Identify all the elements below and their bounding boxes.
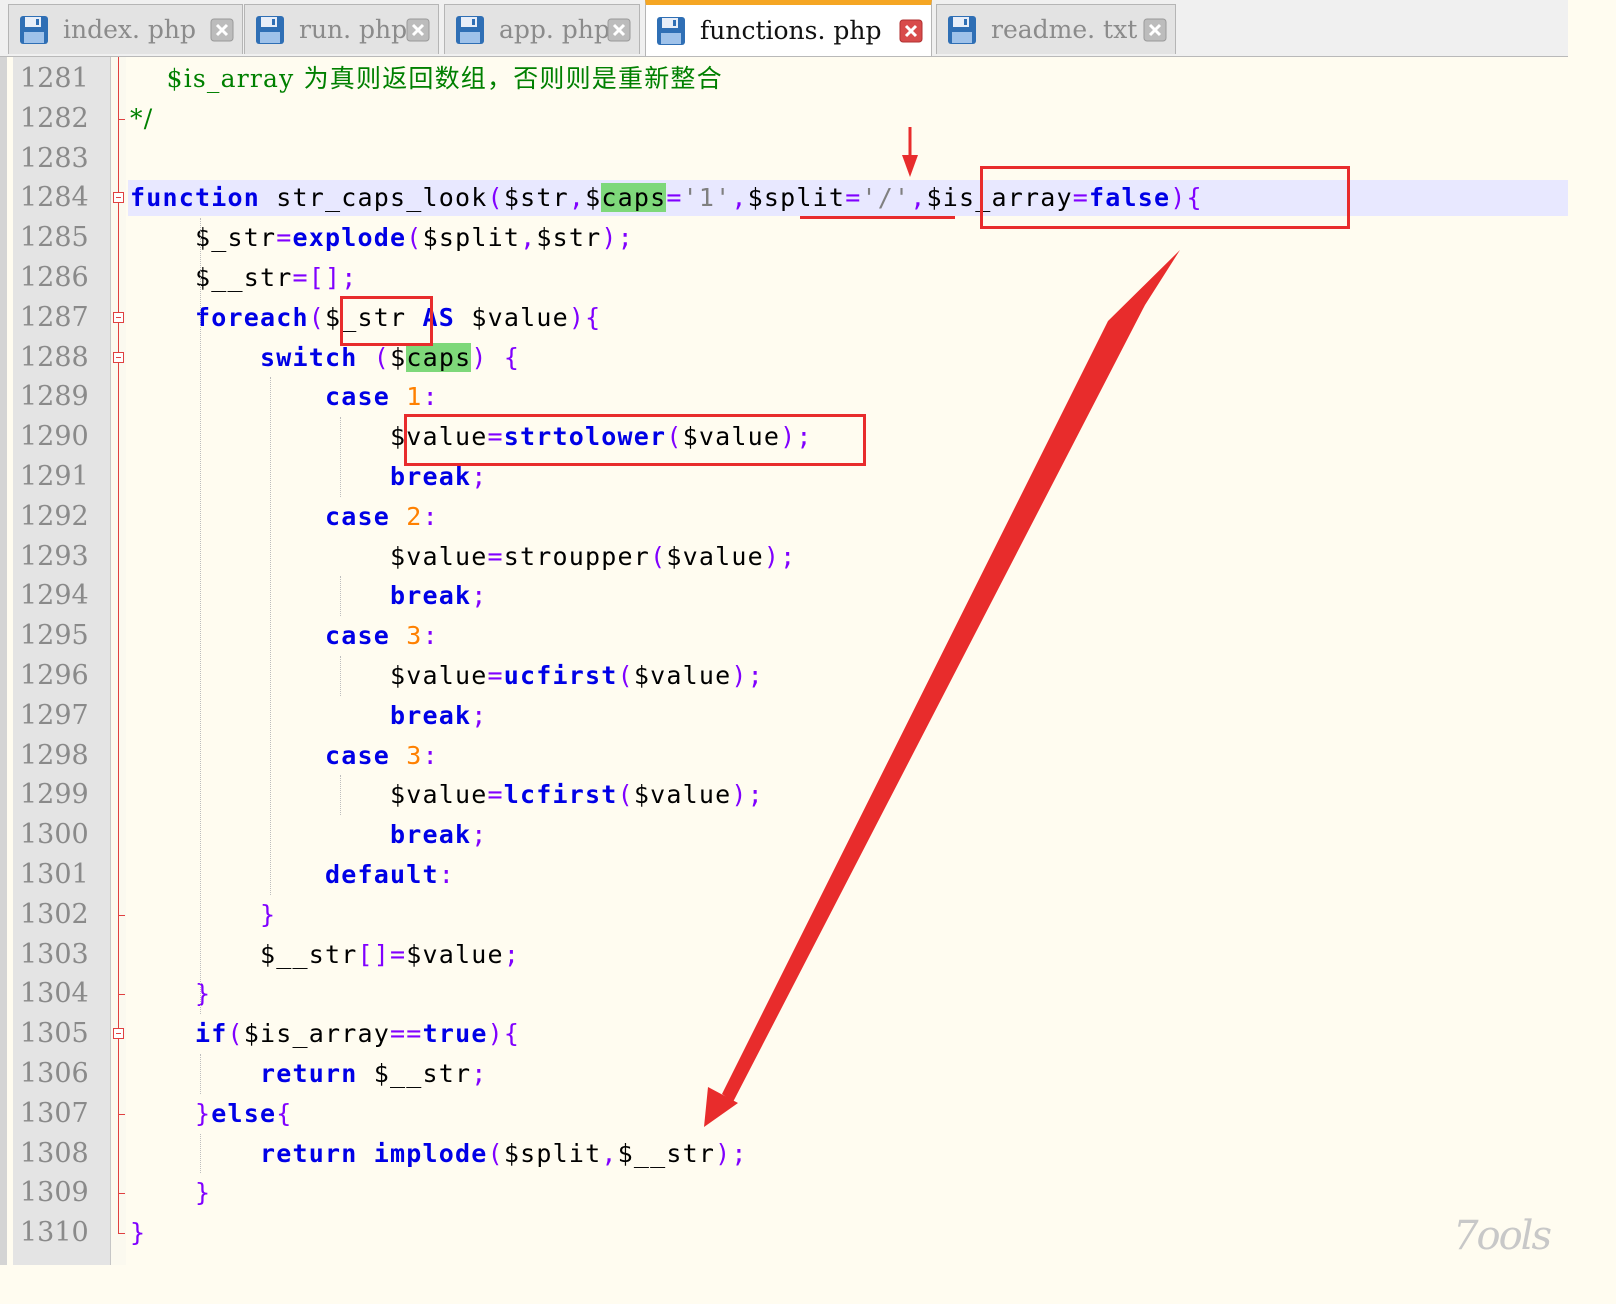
- save-icon: [455, 15, 485, 45]
- indent-guide: [200, 1054, 201, 1094]
- save-icon: [947, 15, 977, 45]
- tab-readmetxt[interactable]: readme. txt: [936, 4, 1176, 54]
- tab-label: functions. php: [700, 16, 882, 45]
- tab-runphp[interactable]: run. php: [244, 4, 439, 54]
- tab-appphp[interactable]: app. php: [444, 4, 640, 54]
- fold-end-tick: [118, 118, 125, 120]
- tab-label: index. php: [63, 15, 196, 44]
- fold-line: [118, 57, 119, 1234]
- indent-guide: [340, 656, 341, 696]
- tab-indexphp[interactable]: index. php: [8, 4, 243, 54]
- save-icon: [255, 15, 285, 45]
- indent-guide: [340, 576, 341, 617]
- fold-end-tick: [118, 914, 125, 916]
- down-arrow-head: [902, 155, 918, 177]
- tab-label: readme. txt: [991, 15, 1138, 44]
- close-icon[interactable]: [210, 18, 234, 42]
- tab-functionsphp[interactable]: functions. php: [645, 0, 932, 56]
- close-icon[interactable]: [899, 19, 923, 43]
- fold-toggle-icon[interactable]: [113, 1028, 124, 1040]
- fold-toggle-icon[interactable]: [113, 311, 124, 323]
- annotation-arrows: [704, 127, 1180, 1127]
- indent-guide: [340, 417, 341, 497]
- code-editor[interactable]: 1281 $is_array 为真则返回数组，否则则是重新整合 1282 */128…: [0, 57, 1568, 1265]
- save-icon: [19, 15, 49, 45]
- fold-end-tick: [118, 1113, 125, 1115]
- fold-end-tick: [118, 1233, 125, 1235]
- tab-bar: index. php run. php app. php functions. php…: [0, 0, 1568, 57]
- indent-guide: [270, 377, 271, 895]
- close-icon[interactable]: [607, 18, 631, 42]
- diagonal-arrow-shaft: [722, 250, 1180, 1102]
- fold-end-tick: [118, 994, 125, 996]
- close-icon[interactable]: [406, 18, 430, 42]
- watermark-logo: 7ools: [1453, 1213, 1552, 1259]
- fold-toggle-icon[interactable]: [113, 351, 124, 363]
- close-icon[interactable]: [1143, 18, 1167, 42]
- indent-guide: [340, 775, 341, 816]
- tab-label: app. php: [499, 15, 610, 44]
- indent-guide: [200, 1133, 201, 1174]
- indent-guide: [200, 218, 201, 1015]
- fold-end-tick: [118, 1193, 125, 1195]
- tab-label: run. php: [299, 15, 408, 44]
- fold-toggle-icon[interactable]: [113, 192, 124, 204]
- save-icon: [656, 16, 686, 46]
